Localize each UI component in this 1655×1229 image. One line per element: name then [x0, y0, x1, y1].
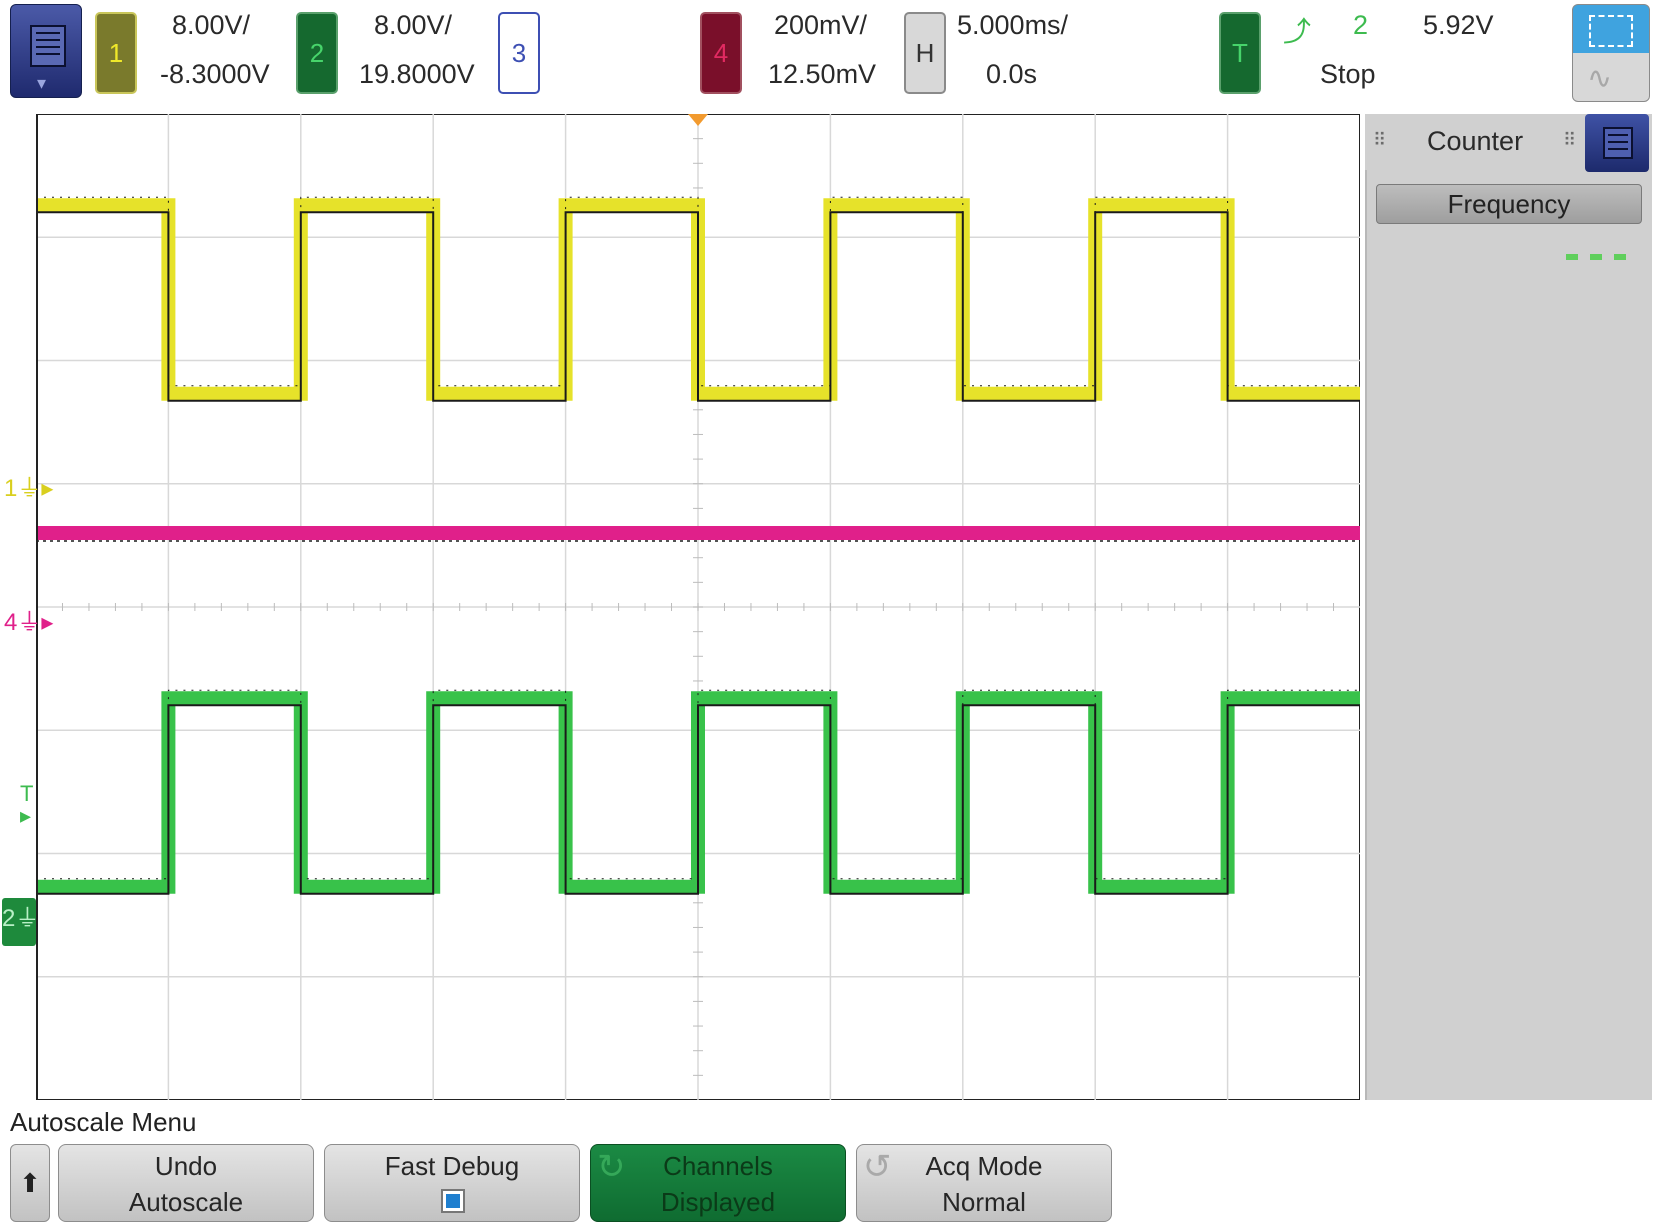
channels-displayed-line2: Displayed — [660, 1187, 776, 1217]
chevron-down-icon: ▾ — [37, 73, 47, 93]
trigger-edge-icon: ⤴ — [1283, 16, 1312, 47]
grip-icon-right: ⠿ — [1563, 130, 1577, 150]
trigger-level: 5.92V — [1423, 10, 1494, 40]
channel-4-button[interactable]: 4 — [700, 12, 742, 94]
counter-title-bar[interactable]: ⠿ Counter ⠿ — [1365, 114, 1583, 170]
fast-debug-key[interactable]: Fast Debug — [324, 1144, 580, 1222]
menu-up-button[interactable]: ⬆ — [10, 1144, 50, 1222]
channel-2-ground-marker[interactable]: 2⏚ — [2, 898, 39, 946]
trigger-source: 2 — [1353, 10, 1369, 40]
channel-3-button[interactable]: 3 — [498, 12, 540, 94]
run-status: Stop — [1320, 59, 1376, 89]
trigger-level-label: T — [20, 781, 34, 806]
channel-1-button[interactable]: 1 — [95, 12, 137, 94]
waveform-display[interactable] — [36, 114, 1360, 1100]
channel-4-scale: 200mV/ — [774, 10, 868, 40]
main-menu-button[interactable]: ▾ — [10, 4, 82, 98]
frequency-button[interactable]: Frequency — [1376, 184, 1642, 224]
up-arrow-icon: ⬆ — [19, 1168, 41, 1198]
zoom-button[interactable]: ∿ — [1572, 4, 1650, 102]
horizontal-scale: 5.000ms/ — [957, 10, 1069, 40]
softkey-menu-title: Autoscale Menu — [10, 1107, 197, 1137]
horizontal-button[interactable]: H — [904, 12, 946, 94]
main-menu-icon — [30, 25, 66, 67]
checkbox-icon — [441, 1189, 465, 1213]
channel-2-scale: 8.00V/ — [374, 10, 453, 40]
acq-mode-key[interactable]: ↺ Acq Mode Normal — [856, 1144, 1112, 1222]
channels-displayed-key[interactable]: ↻ Channels Displayed — [590, 1144, 846, 1222]
counter-panel — [1365, 114, 1652, 1100]
frequency-reading-placeholder — [1566, 254, 1636, 260]
acq-mode-line1: Acq Mode — [925, 1151, 1043, 1181]
counter-title: Counter — [1427, 126, 1524, 156]
undo-autoscale-line2: Autoscale — [128, 1187, 244, 1217]
channel-1-scale: 8.00V/ — [172, 10, 251, 40]
waveform-icon: ∿ — [1587, 62, 1613, 95]
undo-autoscale-line1: Undo — [154, 1151, 218, 1181]
channel-2-offset: 19.8000V — [359, 59, 475, 89]
channel-4-ground-label: 4 — [4, 609, 18, 636]
zoom-icon — [1589, 15, 1633, 47]
horizontal-delay: 0.0s — [986, 59, 1038, 89]
acq-mode-line2: Normal — [942, 1187, 1026, 1217]
channel-1-ground-marker[interactable]: 1⏚▸ — [4, 468, 53, 503]
channel-1-offset: -8.3000V — [160, 59, 270, 89]
trigger-level-marker[interactable]: T ▸ — [20, 783, 33, 827]
undo-autoscale-key[interactable]: Undo Autoscale — [58, 1144, 314, 1222]
trigger-button[interactable]: T — [1219, 12, 1261, 94]
grip-icon: ⠿ — [1373, 130, 1387, 150]
channel-4-ground-marker[interactable]: 4⏚▸ — [4, 602, 53, 637]
menu-icon — [1603, 127, 1633, 159]
channels-displayed-line1: Channels — [663, 1151, 773, 1181]
counter-menu-button[interactable] — [1585, 114, 1649, 172]
channel-2-button[interactable]: 2 — [296, 12, 338, 94]
channel-4-offset: 12.50mV — [768, 59, 877, 89]
channel-2-ground-label: 2 — [2, 905, 16, 932]
fast-debug-label: Fast Debug — [384, 1151, 520, 1181]
channel-1-ground-label: 1 — [4, 475, 18, 502]
